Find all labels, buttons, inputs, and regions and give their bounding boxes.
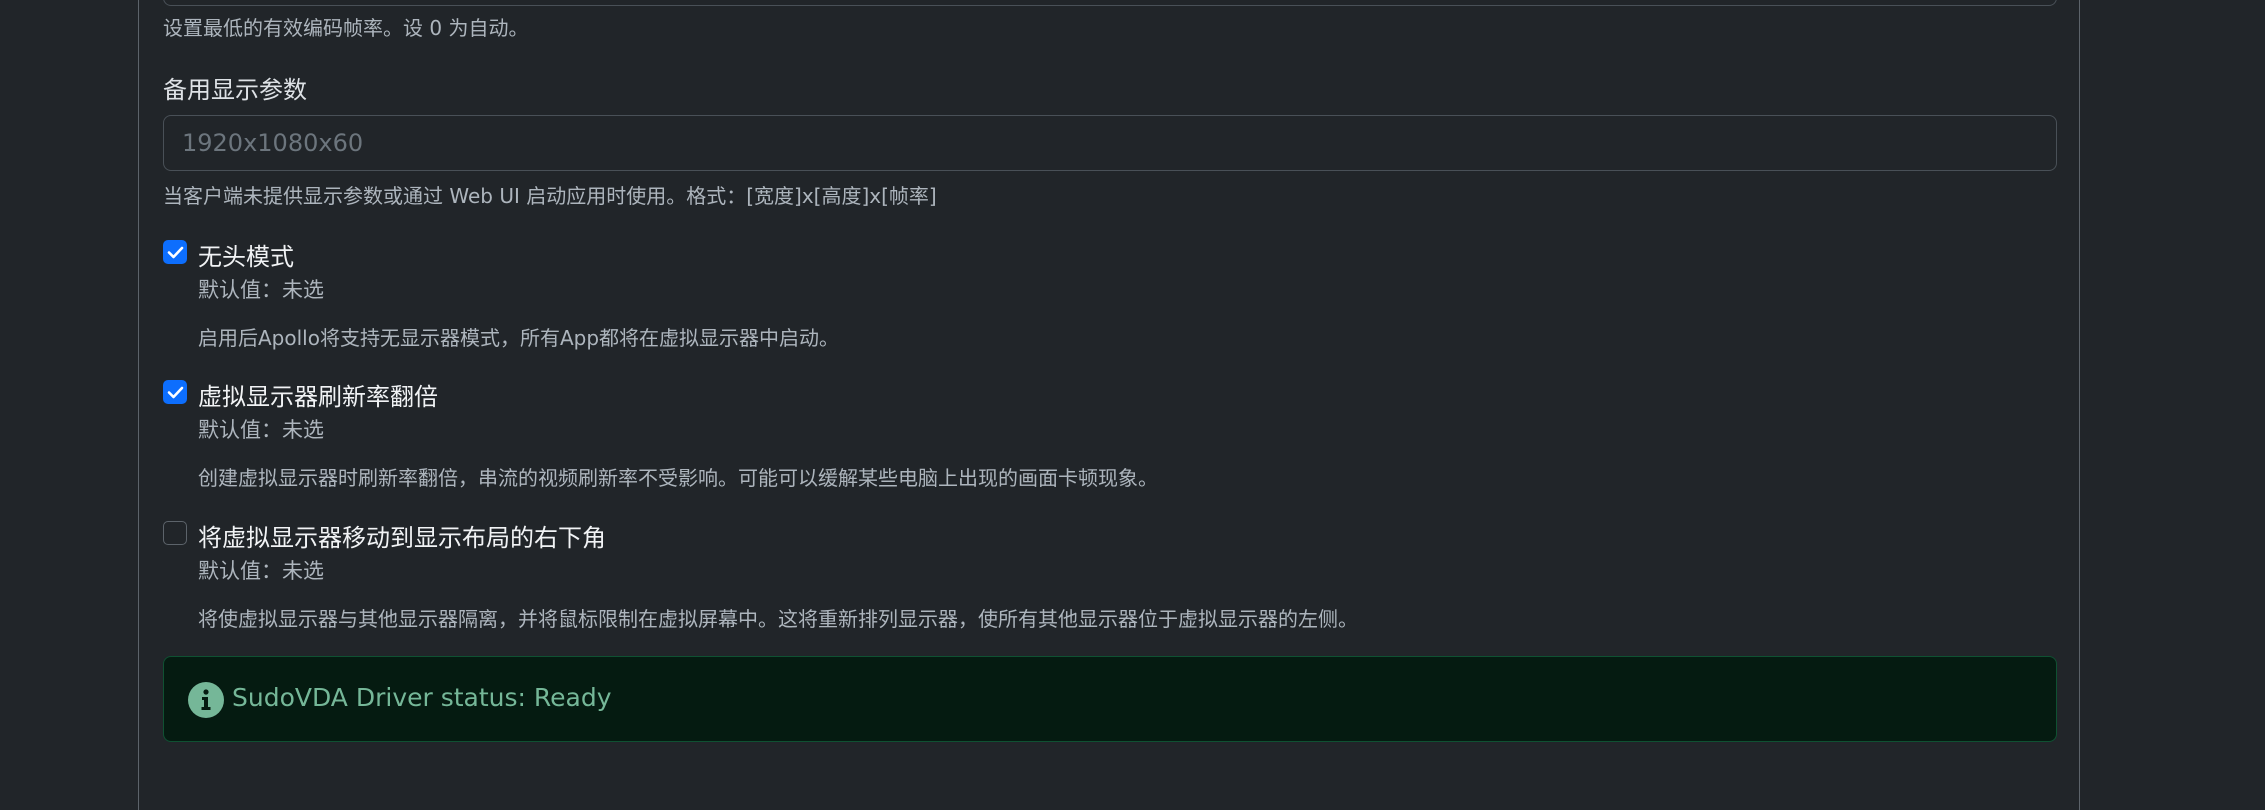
headless-mode-description: 启用后Apollo将支持无显示器模式，所有App都将在虚拟显示器中启动。 <box>198 326 840 350</box>
double-refresh-rate-label[interactable]: 虚拟显示器刷新率翻倍 <box>198 377 438 412</box>
double-refresh-rate-checkbox[interactable] <box>163 380 187 404</box>
headless-mode-label[interactable]: 无头模式 <box>198 237 294 272</box>
headless-mode-default: 默认值：未选 <box>198 278 324 302</box>
min-fps-input[interactable] <box>163 0 2057 6</box>
move-virtual-display-default: 默认值：未选 <box>198 559 324 583</box>
fallback-display-input[interactable] <box>163 115 2057 171</box>
check-icon <box>167 386 184 399</box>
double-refresh-rate-default: 默认值：未选 <box>198 418 324 442</box>
driver-status-text: SudoVDA Driver status: Ready <box>232 683 612 712</box>
min-fps-help: 设置最低的有效编码帧率。设 0 为自动。 <box>163 16 529 40</box>
check-icon <box>167 246 184 259</box>
driver-status-alert: SudoVDA Driver status: Ready <box>163 656 2057 742</box>
headless-mode-checkbox[interactable] <box>163 240 187 264</box>
fallback-display-help: 当客户端未提供显示参数或通过 Web UI 启动应用时使用。格式：[宽度]x[高… <box>163 184 937 208</box>
move-virtual-display-checkbox[interactable] <box>163 521 187 545</box>
move-virtual-display-label[interactable]: 将虚拟显示器移动到显示布局的右下角 <box>198 518 606 553</box>
fallback-display-label: 备用显示参数 <box>163 76 307 104</box>
info-circle-icon <box>188 682 224 718</box>
fallback-display-field <box>163 115 2057 171</box>
move-virtual-display-description: 将使虚拟显示器与其他显示器隔离，并将鼠标限制在虚拟屏幕中。这将重新排列显示器，使… <box>198 607 1358 631</box>
double-refresh-rate-description: 创建虚拟显示器时刷新率翻倍，串流的视频刷新率不受影响。可能可以缓解某些电脑上出现… <box>198 466 1158 490</box>
